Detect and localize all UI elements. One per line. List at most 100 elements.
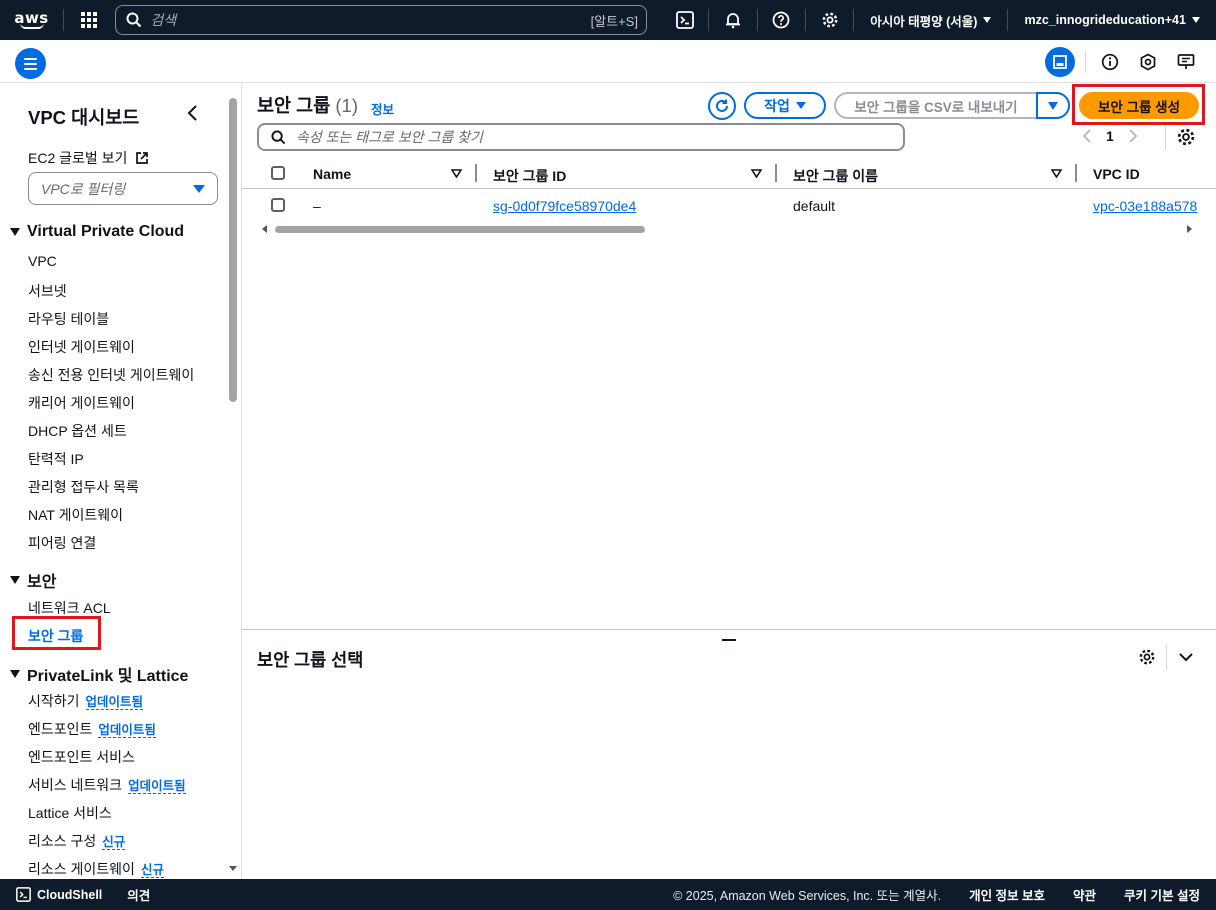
sidebar-item-peering-connections[interactable]: 피어링 연결 [28,533,96,553]
global-search-input[interactable]: 검색 [알트+S] [115,5,648,35]
page-title: 보안 그룹 (1) [257,92,358,118]
sidebar-item-managed-prefix-lists[interactable]: 관리형 접두사 목록 [28,477,139,497]
cell-vpc-id-link[interactable]: vpc-03e188a578 [1093,198,1197,214]
section-virtual-private-cloud[interactable]: Virtual Private Cloud [10,223,184,241]
panel-layout-icon[interactable] [1045,47,1075,77]
notifications-bell-icon[interactable] [709,0,756,40]
sidebar-item-internet-gateways[interactable]: 인터넷 게이트웨이 [28,337,135,357]
aws-logo[interactable]: aws [0,0,63,40]
feedback-screen-icon[interactable] [1172,47,1200,77]
sidebar-item-lattice-services[interactable]: Lattice 서비스 [28,803,112,823]
column-header-vpc-id[interactable]: VPC ID [1093,166,1140,182]
sidebar-item-label: 시작하기 [28,693,80,709]
table-settings-gear-icon[interactable] [1176,127,1196,150]
pager-divider [1165,126,1166,150]
region-selector[interactable]: 아시아 태평양 (서울) [854,11,1007,30]
chevron-left-icon[interactable] [186,104,200,125]
cell-sg-id-link[interactable]: sg-0d0f79fce58970de4 [493,198,636,214]
column-header-sg-name[interactable]: 보안 그룹 이름 [793,166,878,186]
info-link[interactable]: 정보 [371,99,394,118]
search-icon [126,12,142,28]
sidebar-item-endpoint-services[interactable]: 엔드포인트 서비스 [28,747,135,767]
create-security-group-button[interactable]: 보안 그룹 생성 [1079,92,1199,119]
vpc-filter-select[interactable]: VPC로 필터링 [28,172,218,205]
sidebar-item-subnets[interactable]: 서브넷 [28,281,67,301]
sidebar-item-endpoints[interactable]: 엔드포인트 업데이트됨 [28,719,156,739]
aws-smile-icon [19,23,44,29]
new-badge: 신규 [102,835,126,850]
new-badge: 신규 [140,863,164,878]
cloudshell-label: CloudShell [37,887,103,902]
help-icon[interactable] [758,0,805,40]
info-icon[interactable] [1096,47,1124,77]
select-all-checkbox[interactable] [271,166,285,180]
terms-link[interactable]: 약관 [1073,885,1096,904]
table-horizontal-scrollbar[interactable] [259,224,1199,234]
section-privatelink-lattice[interactable]: PrivateLink 및 Lattice [10,662,188,686]
chevron-down-icon[interactable] [1178,650,1194,666]
column-header-sg-id[interactable]: 보안 그룹 ID [493,166,566,186]
table-row[interactable]: – sg-0d0f79fce58970de4 default vpc-03e18… [242,190,1216,222]
column-resizer[interactable] [1075,164,1077,182]
sidebar-item-resource-gateways[interactable]: 리소스 게이트웨이 신규 [28,859,164,879]
account-menu[interactable]: mzc_innogrideducation+41 [1008,13,1216,27]
sidebar-item-nat-gateways[interactable]: NAT 게이트웨이 [28,505,123,525]
column-header-name[interactable]: Name [313,166,351,182]
scroll-right-arrow-icon[interactable] [1187,225,1192,233]
column-resizer[interactable] [475,164,477,182]
cloudshell-icon[interactable] [661,0,708,40]
sidebar-item-service-networks[interactable]: 서비스 네트워크 업데이트됨 [28,775,186,795]
refresh-button[interactable] [708,92,736,120]
split-panel-resize-handle[interactable] [722,639,736,641]
settings-gear-icon[interactable] [806,0,853,40]
sidebar-scrollbar[interactable] [229,98,237,402]
sidebar-item-vpc[interactable]: VPC [28,253,57,269]
actions-dropdown-button[interactable]: 작업 [744,92,826,119]
updated-badge: 업데이트됨 [98,723,156,738]
export-csv-button[interactable]: 보안 그룹을 CSV로 내보내기 [834,92,1036,119]
scroll-left-arrow-icon[interactable] [262,225,267,233]
sidebar-navigation: VPC 대시보드 EC2 글로벌 보기 VPC로 필터링 Virtual Pri… [0,84,241,879]
sidebar-item-carrier-gateways[interactable]: 캐리어 게이트웨이 [28,393,135,413]
section-label: Virtual Private Cloud [27,223,185,240]
sort-caret-icon[interactable] [451,169,462,178]
sidebar-item-getting-started[interactable]: 시작하기 업데이트됨 [28,691,144,711]
sidebar-item-label: 리소스 게이트웨이 [28,861,135,877]
scrollbar-thumb[interactable] [275,226,645,233]
table-filter-placeholder: 속성 또는 태그로 보안 그룹 찾기 [296,129,483,145]
hexagon-status-icon[interactable] [1134,47,1162,77]
sidebar-item-ec2-global-view[interactable]: EC2 글로벌 보기 [28,148,149,168]
sort-caret-icon[interactable] [751,169,762,178]
sidebar-item-label: 서비스 네트워크 [28,777,123,793]
split-panel-settings-gear-icon[interactable] [1138,648,1156,669]
privacy-link[interactable]: 개인 정보 보호 [969,885,1045,904]
main-content: 보안 그룹 (1) 정보 작업 보안 그룹을 CSV로 내보내기 보안 그룹 생… [242,84,1216,879]
scroll-down-arrow-icon[interactable] [229,866,237,871]
external-link-icon [136,152,149,164]
services-grid-icon[interactable] [64,0,113,40]
section-security[interactable]: 보안 [10,568,56,592]
search-placeholder: 검색 [150,12,177,28]
vpc-filter-placeholder: VPC로 필터링 [41,180,126,197]
table-filter-input[interactable]: 속성 또는 태그로 보안 그룹 찾기 [257,123,905,151]
toolbar-right [1045,47,1200,77]
column-resizer[interactable] [775,164,777,182]
row-checkbox[interactable] [271,198,285,212]
split-panel-header-divider [1166,645,1167,670]
sidebar-item-route-tables[interactable]: 라우팅 테이블 [28,309,109,329]
sidebar-item-dhcp-option-sets[interactable]: DHCP 옵션 세트 [28,421,127,441]
chevron-right-icon[interactable] [1128,129,1138,143]
section-label: 보안 [27,574,57,591]
cloudshell-footer-button[interactable]: CloudShell [16,887,102,902]
sidebar-item-network-acls[interactable]: 네트워크 ACL [28,598,111,618]
hamburger-menu-icon[interactable] [15,48,46,79]
chevron-left-icon[interactable] [1082,129,1092,143]
sidebar-item-resource-configurations[interactable]: 리소스 구성 신규 [28,831,126,851]
export-csv-dropdown[interactable] [1036,92,1070,119]
sidebar-item-elastic-ips[interactable]: 탄력적 IP [28,449,84,469]
sort-caret-icon[interactable] [1051,169,1062,178]
sidebar-item-egress-only-gateways[interactable]: 송신 전용 인터넷 게이트웨이 [28,365,194,385]
feedback-link[interactable]: 의견 [127,885,150,904]
cookie-preferences-link[interactable]: 쿠키 기본 설정 [1124,885,1200,904]
current-page[interactable]: 1 [1106,128,1114,144]
